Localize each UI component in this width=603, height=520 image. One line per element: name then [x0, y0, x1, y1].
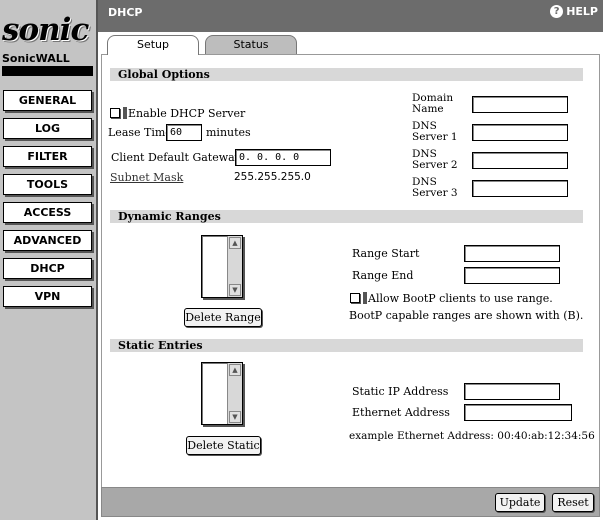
enable-dhcp-checkbox[interactable] — [110, 108, 120, 118]
domain-name-input[interactable] — [472, 96, 568, 113]
static-entries-scrollbar[interactable]: ▲ ▼ — [227, 363, 242, 424]
scroll-up-icon[interactable]: ▲ — [229, 237, 241, 249]
tab-setup[interactable]: Setup — [107, 35, 199, 55]
help-label[interactable]: HELP — [566, 5, 598, 18]
range-start-input[interactable] — [464, 245, 560, 262]
lease-time-unit: minutes — [206, 126, 251, 139]
dns-server-3-label: DNS Server 3 — [412, 176, 458, 199]
sidebar: sonic SonicWALL GENERAL LOG FILTER TOOLS… — [0, 0, 98, 520]
subnet-mask-link[interactable]: Subnet Mask — [110, 171, 183, 184]
delete-static-button[interactable]: Delete Static — [186, 436, 261, 455]
section-dynamic-ranges: Dynamic Ranges — [110, 210, 583, 223]
dynamic-ranges-list[interactable]: ▲ ▼ — [201, 235, 243, 298]
scroll-up-icon[interactable]: ▲ — [229, 364, 241, 376]
nav-vpn-button[interactable]: VPN — [3, 286, 92, 307]
static-entries-list[interactable]: ▲ ▼ — [201, 362, 243, 425]
nav-dhcp-button[interactable]: DHCP — [3, 258, 92, 279]
bootp-note: BootP capable ranges are shown with (B). — [349, 309, 584, 322]
subnet-mask-value: 255.255.255.0 — [234, 171, 311, 183]
dns-server-1-label: DNS Server 1 — [412, 120, 458, 143]
dns-server-2-label: DNS Server 2 — [412, 148, 458, 171]
scroll-down-icon[interactable]: ▼ — [229, 411, 241, 423]
gateway-input[interactable]: 0. 0. 0. 0 — [235, 149, 331, 166]
tab-status[interactable]: Status — [205, 35, 297, 54]
dns-server-1-input[interactable] — [472, 124, 568, 141]
range-end-label: Range End — [352, 269, 414, 282]
nav-access-button[interactable]: ACCESS — [3, 202, 92, 223]
dns-server-2-input[interactable] — [472, 152, 568, 169]
delete-range-button[interactable]: Delete Range — [184, 308, 262, 327]
ethernet-address-input[interactable] — [464, 404, 572, 421]
dynamic-ranges-scrollbar[interactable]: ▲ ▼ — [227, 236, 242, 297]
page-title: DHCP — [108, 6, 143, 19]
lease-time-label: Lease Time — [108, 126, 172, 139]
section-static-entries: Static Entries — [110, 339, 583, 352]
brand-bar — [2, 66, 93, 76]
range-start-label: Range Start — [352, 247, 420, 260]
help-icon[interactable]: ? — [550, 5, 564, 18]
static-ip-input[interactable] — [464, 383, 560, 400]
nav-general-button[interactable]: GENERAL — [3, 90, 92, 111]
lease-time-input[interactable]: 60 — [166, 124, 202, 141]
header-bar: DHCP ? HELP — [98, 0, 603, 32]
nav-advanced-button[interactable]: ADVANCED — [3, 230, 92, 251]
scroll-down-icon[interactable]: ▼ — [229, 284, 241, 296]
nav-log-button[interactable]: LOG — [3, 118, 92, 139]
checkbox-divider — [123, 107, 127, 119]
section-global-options: Global Options — [110, 68, 583, 81]
help-link[interactable]: ? HELP — [550, 5, 598, 18]
domain-name-label: Domain Name — [412, 92, 454, 115]
dns-server-3-input[interactable] — [472, 180, 568, 197]
nav-tools-button[interactable]: TOOLS — [3, 174, 92, 195]
brand-name: SonicWALL — [2, 52, 70, 65]
checkbox-divider — [363, 292, 367, 304]
gateway-label: Client Default Gateway — [111, 151, 241, 164]
ethernet-example-text: example Ethernet Address: 00:40:ab:12:34… — [349, 430, 595, 442]
sonic-logo: sonic — [2, 12, 89, 48]
update-button[interactable]: Update — [495, 493, 545, 512]
nav-filter-button[interactable]: FILTER — [3, 146, 92, 167]
ethernet-address-label: Ethernet Address — [352, 406, 450, 419]
static-ip-label: Static IP Address — [352, 385, 449, 398]
allow-bootp-label: Allow BootP clients to use range. — [368, 292, 553, 305]
enable-dhcp-label: Enable DHCP Server — [128, 107, 246, 120]
reset-button[interactable]: Reset — [552, 493, 594, 512]
range-end-input[interactable] — [464, 267, 560, 284]
allow-bootp-checkbox[interactable] — [350, 293, 360, 303]
